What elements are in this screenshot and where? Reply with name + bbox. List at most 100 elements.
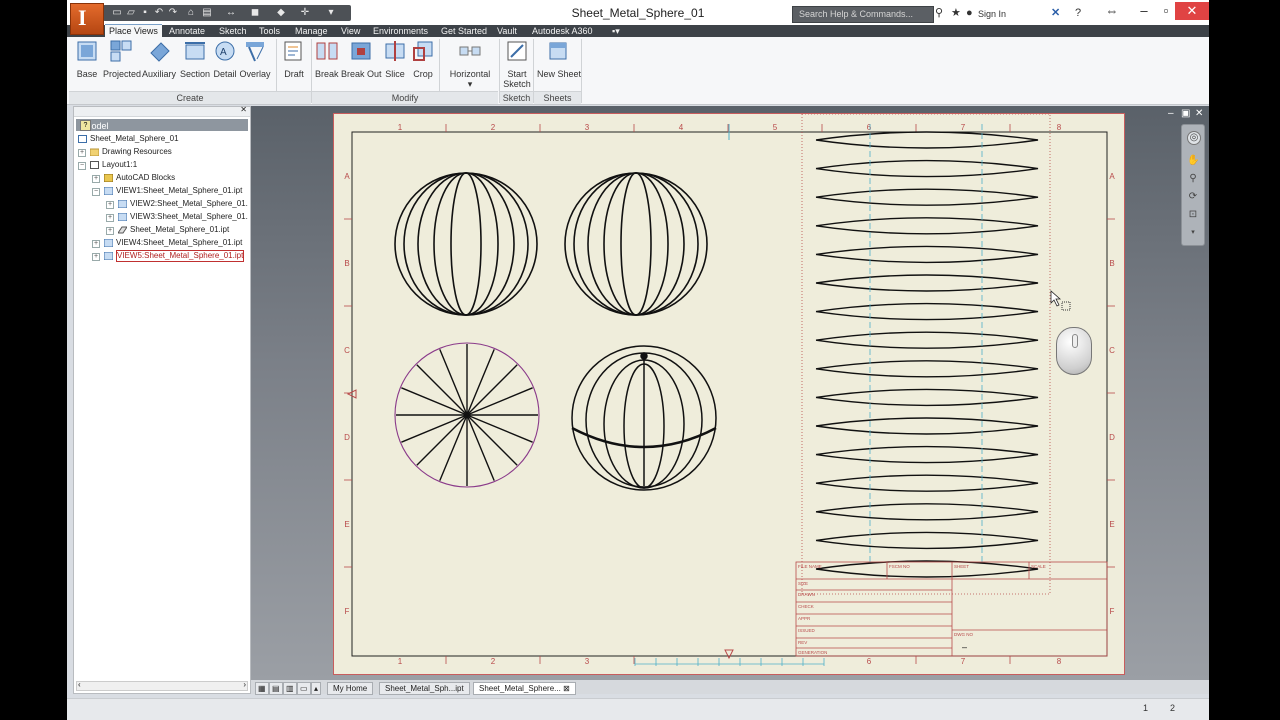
restore-ribbon-icon[interactable]: ⇔ [1095,2,1129,20]
zone-label-bottom: 1 [398,657,403,666]
draft-view-button[interactable]: Draft [281,39,307,79]
look-at-icon[interactable]: ⊡ [1187,209,1199,221]
horizontal-button[interactable]: Horizontal ▾ [447,39,493,89]
browser-horizontal-scrollbar[interactable]: ‹ › [76,680,248,691]
drawing-svg: 1 2 3 4 5 6 7 8 1 2 3 6 7 8 A B C D E F … [344,114,1115,666]
help-icon[interactable]: ? [80,120,91,131]
canvas-minimize-icon[interactable]: – [1168,109,1174,119]
new-sheet-button[interactable]: New Sheet [537,39,581,79]
crop-label: Crop [413,69,433,79]
view5-flat-pattern[interactable] [801,114,1051,595]
app-menu-button[interactable]: I [70,3,104,35]
view2-sphere-side[interactable] [564,172,708,316]
expand-icon[interactable]: + [78,149,86,157]
slice-button[interactable]: Slice [383,39,407,79]
tab-annotate[interactable]: Annotate [169,25,205,37]
inventor-window: I ▭ ▱ ▪ ↶ ↷ ⌂ ▤ ↔ ◼ ◆ ✛ ▾ Sheet_Metal_Sp… [67,0,1209,720]
help-icon[interactable]: ? [1075,7,1081,19]
graphics-window[interactable]: – ▣ ✕ 1 2 3 4 5 6 7 8 1 2 3 6 7 8 A B C … [251,106,1209,680]
collapse-icon[interactable]: − [78,162,86,170]
tab-view[interactable]: View [341,25,360,37]
draft-label: Draft [284,69,304,79]
expand-icon[interactable]: + [92,253,100,261]
zone-label-bottom: 8 [1057,657,1062,666]
tb-size-label: SIZE [798,581,808,586]
tab-environments[interactable]: Environments [373,25,428,37]
base-view-button[interactable]: Base [75,39,99,79]
close-icon[interactable]: ✕ [240,105,247,114]
search-input[interactable]: Search Help & Commands... [792,6,934,23]
steering-wheel-icon[interactable]: ◎ [1187,131,1201,145]
tab-tools[interactable]: Tools [259,25,280,37]
tab-vault[interactable]: Vault [497,25,517,37]
projected-view-button[interactable]: Projected [103,39,141,79]
base-view-icon [77,41,97,61]
zone-label-top: 6 [867,123,872,132]
scroll-right-icon[interactable]: › [243,680,246,689]
close-button[interactable]: ✕ [1175,2,1209,20]
break-button[interactable]: Break [315,39,339,79]
start-sketch-button[interactable]: Start Sketch [503,39,531,89]
tb-scale-label: SCALE [1031,564,1046,569]
drawing-frame [351,131,1108,657]
zoom-icon[interactable]: ⚲ [1187,173,1199,185]
horizontal-dropdown-icon[interactable]: ▾ [447,79,493,89]
browser-header[interactable]: Model ▾ ? [76,119,248,131]
tile-vertical-icon[interactable]: ▥ [283,682,297,695]
navigation-bar[interactable]: ◎ ✋ ⚲ ⟳ ⊡ ▾ [1181,124,1205,246]
zone-label-top: 8 [1057,123,1062,132]
horizontal-align-icon [459,46,481,56]
exchange-icon[interactable]: ✕ [1051,7,1060,19]
cascade-icon[interactable]: ▭ [297,682,311,695]
star-icon[interactable]: ★ [951,7,961,19]
detail-view-button[interactable]: A Detail [213,39,237,79]
expand-icon[interactable]: + [106,201,114,209]
tab-sketch[interactable]: Sketch [219,25,247,37]
close-icon[interactable]: ⊠ [563,684,570,693]
expand-icon[interactable]: + [92,175,100,183]
zone-label-bottom: 7 [961,657,966,666]
break-out-button[interactable]: Break Out [341,39,382,79]
zone-label-left: F [345,607,350,616]
inventor-logo-icon: I [78,5,87,30]
expand-icon[interactable]: + [106,227,114,235]
expand-icon[interactable]: + [106,214,114,222]
tb-generation-label: GENERATION [798,650,827,655]
ribbon-options-icon[interactable]: ▪▾ [612,25,620,37]
canvas-close-icon[interactable]: ✕ [1195,109,1203,119]
tab-get-started[interactable]: Get Started [441,25,487,37]
view-icon [104,252,113,260]
view1-sphere-side[interactable] [394,172,538,316]
overlay-view-button[interactable]: Overlay [239,39,271,79]
tile-horizontal-icon[interactable]: ▤ [269,682,283,695]
orbit-icon[interactable]: ⟳ [1187,191,1199,203]
tile-icon[interactable]: ▦ [255,682,269,695]
zone-label-top: 1 [398,123,403,132]
view3-sphere-top[interactable] [394,342,540,488]
doc-tab-my-home[interactable]: My Home [327,682,374,695]
crop-button[interactable]: Crop [411,39,435,79]
binoculars-icon[interactable]: ⚲ [935,7,943,19]
tab-place-views[interactable]: Place Views [105,24,162,38]
expand-icon[interactable]: + [92,240,100,248]
flat-pattern-gore [815,388,1039,407]
drawing-sheet[interactable]: 1 2 3 4 5 6 7 8 1 2 3 6 7 8 A B C D E F … [333,113,1125,675]
tab-autodesk-a360[interactable]: Autodesk A360 [532,25,593,37]
collapse-icon[interactable]: − [92,188,100,196]
section-view-button[interactable]: Section [179,39,211,79]
cursor-icon [1050,290,1071,311]
doc-tab-part[interactable]: Sheet_Metal_Sph...ipt [379,682,470,695]
doc-tab-drawing[interactable]: Sheet_Metal_Sphere... ⊠ [473,682,576,695]
pan-icon[interactable]: ✋ [1187,155,1199,167]
search-placeholder: Search Help & Commands... [799,9,914,19]
detail-view-icon: A [215,41,235,61]
zone-label-left: E [344,520,349,529]
scroll-left-icon[interactable]: ‹ [78,680,81,689]
sign-in-button[interactable]: Sign In [978,9,1006,19]
tab-manage[interactable]: Manage [295,25,328,37]
canvas-restore-icon[interactable]: ▣ [1181,109,1190,119]
auxiliary-view-button[interactable]: Auxiliary [142,39,176,79]
nav-options-icon[interactable]: ▾ [1187,227,1199,239]
tab-menu-icon[interactable]: ▴ [311,682,322,695]
view4-sphere-iso[interactable] [571,345,717,491]
